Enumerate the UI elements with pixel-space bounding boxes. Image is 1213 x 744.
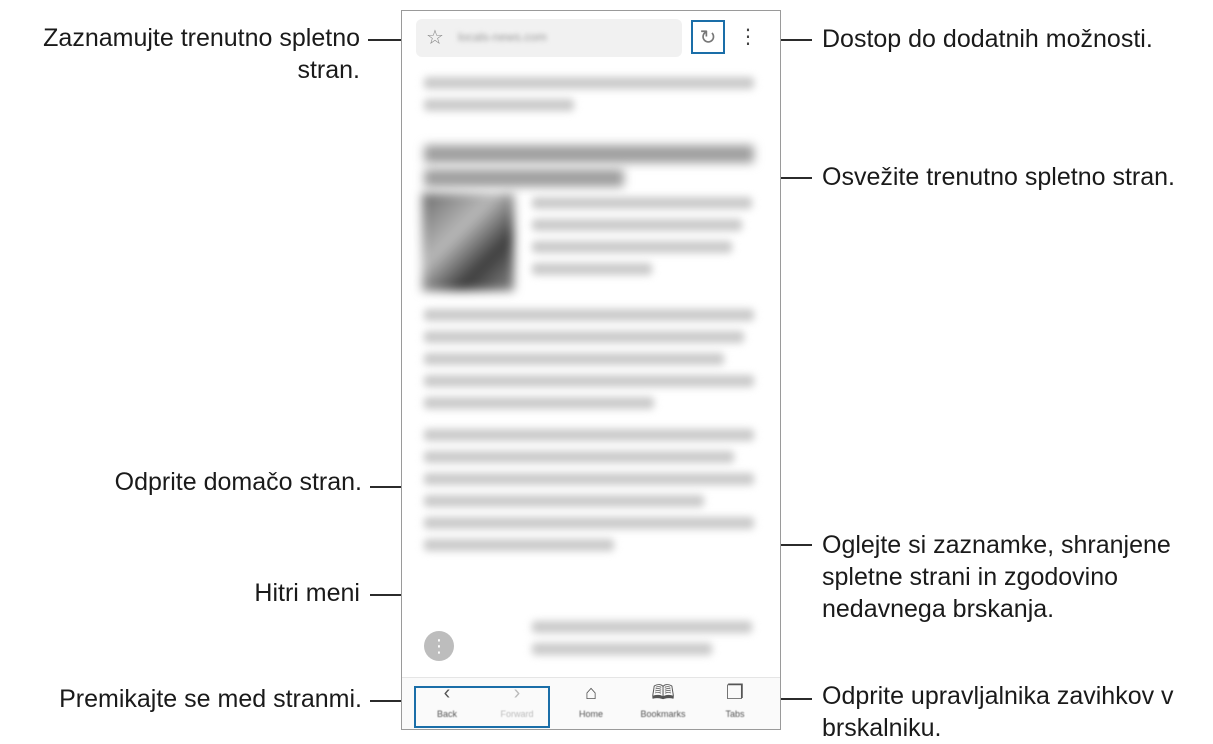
annotation-bookmarks: Oglejte si zaznamke, shranjene spletne s… xyxy=(822,529,1171,625)
annotation-tabs-line1: Odprite upravljalnika zavihkov v xyxy=(822,682,1174,710)
tabs-icon: ❐ xyxy=(726,682,744,704)
blurred-text xyxy=(532,263,652,275)
address-bar[interactable]: ☆ locals-news.com xyxy=(416,19,682,57)
annotation-bookmarks-line2: spletne strani in zgodovino xyxy=(822,563,1119,591)
browser-screen: ☆ locals-news.com ↻ ⋮ ⋮ ‹ Back › Forward… xyxy=(401,10,781,730)
blurred-text xyxy=(424,309,754,321)
tabs-label: Tabs xyxy=(725,709,745,719)
home-label: Home xyxy=(578,709,603,719)
star-icon[interactable]: ☆ xyxy=(426,25,444,50)
annotation-more-options: Dostop do dodatnih možnosti. xyxy=(822,25,1153,53)
quick-menu-icon: ⋮ xyxy=(430,636,448,656)
annotation-quick-menu: Hitri meni xyxy=(254,579,360,607)
blurred-text xyxy=(424,495,704,507)
bookmarks-label: Bookmarks xyxy=(640,709,686,719)
annotation-refresh: Osvežite trenutno spletno stran. xyxy=(822,163,1175,191)
blurred-text xyxy=(424,473,754,485)
blurred-text xyxy=(424,331,744,343)
annotation-bookmark-line1: Zaznamujte trenutno spletno xyxy=(43,24,360,52)
reload-button[interactable]: ↻ xyxy=(691,20,725,54)
blurred-text xyxy=(424,397,654,409)
annotation-bookmarks-line1: Oglejte si zaznamke, shranjene xyxy=(822,531,1171,559)
blurred-text xyxy=(424,375,754,387)
blurred-text xyxy=(532,643,712,655)
blurred-text xyxy=(532,219,742,231)
more-options-button[interactable]: ⋮ xyxy=(738,25,758,49)
annotation-bookmarks-line3: nedavnega brskanja. xyxy=(822,595,1055,623)
blurred-text xyxy=(424,429,754,441)
reload-icon: ↻ xyxy=(699,26,717,49)
url-text: locals-news.com xyxy=(458,30,547,44)
tabs-button[interactable]: ❐ Tabs xyxy=(700,682,770,726)
back-forward-highlight xyxy=(414,686,550,728)
blurred-text xyxy=(424,539,614,551)
blurred-text xyxy=(424,517,754,529)
annotation-tabs-line2: brskalniku. xyxy=(822,714,942,742)
bookmarks-icon: 🕮 xyxy=(651,682,675,704)
article-content xyxy=(402,65,780,665)
home-icon: ⌂ xyxy=(584,682,598,704)
annotation-navigate: Premikajte se med stranmi. xyxy=(59,685,362,713)
blurred-text xyxy=(532,241,732,253)
blurred-text xyxy=(424,353,724,365)
article-photo xyxy=(422,193,514,291)
home-button[interactable]: ⌂ Home xyxy=(556,682,626,726)
blurred-headline xyxy=(424,145,754,163)
blurred-text xyxy=(424,77,754,89)
bookmarks-button[interactable]: 🕮 Bookmarks xyxy=(628,682,698,726)
annotation-tabs: Odprite upravljalnika zavihkov v brskaln… xyxy=(822,680,1174,744)
blurred-text xyxy=(532,197,752,209)
annotation-home: Odprite domačo stran. xyxy=(114,468,362,496)
annotation-bookmark: Zaznamujte trenutno spletno stran. xyxy=(8,22,360,86)
blurred-text xyxy=(424,451,734,463)
annotation-bookmark-line2: stran. xyxy=(297,56,360,84)
quick-menu-button[interactable]: ⋮ xyxy=(424,631,454,661)
more-vertical-icon: ⋮ xyxy=(738,26,758,48)
blurred-text xyxy=(532,621,752,633)
blurred-text xyxy=(424,99,574,111)
blurred-headline xyxy=(424,169,624,187)
